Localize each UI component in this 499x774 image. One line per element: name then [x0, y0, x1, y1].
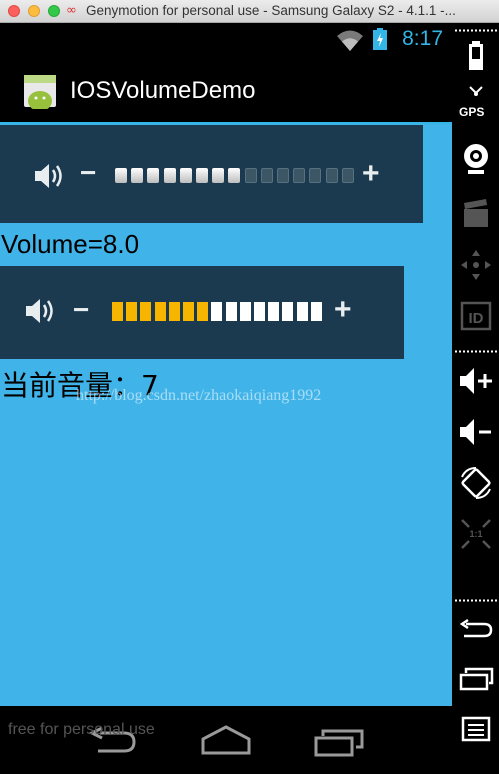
- volume-down-icon[interactable]: [458, 414, 494, 450]
- watermark-text: http://blog.csdn.net/zhaokaiqiang1992: [76, 387, 322, 404]
- volume-segment: [325, 168, 338, 183]
- wifi-icon: [337, 30, 363, 51]
- rotate-icon[interactable]: [458, 465, 494, 501]
- home-icon[interactable]: [199, 725, 253, 755]
- volume-segment: [268, 302, 280, 321]
- volume-segment: [282, 302, 294, 321]
- volume-down-button[interactable]: −: [80, 157, 96, 189]
- volume-control-panel-2: − +: [0, 266, 404, 359]
- dpad-icon[interactable]: [458, 247, 494, 283]
- app-title: IOSVolumeDemo: [70, 77, 256, 104]
- device-screen: 8:17 IOSVolumeDemo − + Volume=8.0 − + 当前…: [0, 23, 452, 774]
- volume-up-icon[interactable]: [458, 363, 494, 399]
- volume-segment: [244, 168, 257, 183]
- speaker-icon: [35, 164, 62, 188]
- volume-segment: [126, 302, 138, 321]
- volume-segment: [154, 302, 166, 321]
- window-title: Genymotion for personal use - Samsung Ga…: [86, 3, 456, 18]
- sidebar-separator: [455, 29, 497, 32]
- gps-label: GPS: [459, 105, 485, 119]
- volume-segment: [163, 168, 176, 183]
- volume-segment: [225, 302, 237, 321]
- camera-icon[interactable]: [458, 141, 494, 177]
- volume-segment: [212, 168, 225, 183]
- volume-segment: [309, 168, 322, 183]
- status-clock: 8:17: [402, 27, 443, 50]
- volume-up-button[interactable]: +: [334, 293, 352, 327]
- menu-icon[interactable]: [458, 713, 494, 749]
- battery-icon[interactable]: [458, 38, 494, 74]
- volume-control-panel-1: − +: [0, 125, 423, 223]
- speaker-icon: [26, 299, 53, 323]
- volume-segment: [293, 168, 306, 183]
- svg-text:1:1: 1:1: [469, 529, 482, 539]
- volume-up-button[interactable]: +: [362, 157, 380, 191]
- volume-segment: [341, 168, 354, 183]
- back-icon[interactable]: [458, 611, 494, 647]
- scale-icon[interactable]: 1:1: [458, 516, 494, 552]
- close-window-button[interactable]: [8, 5, 20, 17]
- maximize-window-button[interactable]: [48, 5, 60, 17]
- recent-apps-icon[interactable]: [313, 725, 365, 757]
- video-icon[interactable]: [458, 195, 494, 231]
- action-bar: IOSVolumeDemo: [0, 56, 452, 122]
- recent-apps-icon[interactable]: [458, 661, 494, 697]
- status-bar: 8:17: [0, 23, 452, 56]
- volume-segment: [112, 302, 123, 321]
- volume-segment: [140, 302, 152, 321]
- android-app-icon: [24, 75, 56, 109]
- battery-icon: [373, 28, 387, 50]
- emulator-sidebar: GPS ID 1:1: [452, 23, 499, 774]
- volume-segment: [260, 168, 273, 183]
- action-bar-divider: [0, 122, 452, 124]
- volume-value-text: Volume=8.0: [1, 229, 140, 259]
- volume-segment: [211, 302, 223, 321]
- sidebar-separator: [455, 350, 497, 353]
- window-titlebar: ∞ Genymotion for personal use - Samsung …: [0, 0, 499, 23]
- volume-segment: [296, 302, 308, 321]
- navigation-bar: [0, 706, 452, 774]
- sidebar-separator: [455, 599, 497, 602]
- volume-segment: [239, 302, 251, 321]
- id-icon[interactable]: ID: [458, 298, 494, 334]
- volume-segment: [197, 302, 209, 321]
- volume-segment: [254, 302, 265, 321]
- volume-segment: [277, 168, 289, 183]
- volume-segment: [310, 302, 322, 321]
- volume-down-button[interactable]: −: [73, 294, 89, 326]
- volume-segment: [183, 302, 194, 321]
- volume-segment: [168, 302, 180, 321]
- genymotion-logo-icon: ∞: [66, 3, 77, 18]
- volume-segment: [131, 168, 144, 183]
- minimize-window-button[interactable]: [28, 5, 40, 17]
- free-for-personal-use-text: free for personal use: [8, 721, 155, 738]
- main-content: − + Volume=8.0 − + 当前音量：7 http://blog.cs…: [0, 122, 452, 706]
- volume-segment: [228, 168, 241, 183]
- volume-segment: [147, 168, 160, 183]
- volume-segment: [196, 168, 208, 183]
- volume-segment: [179, 168, 192, 183]
- svg-text:ID: ID: [469, 310, 484, 327]
- volume-segment: [115, 168, 127, 183]
